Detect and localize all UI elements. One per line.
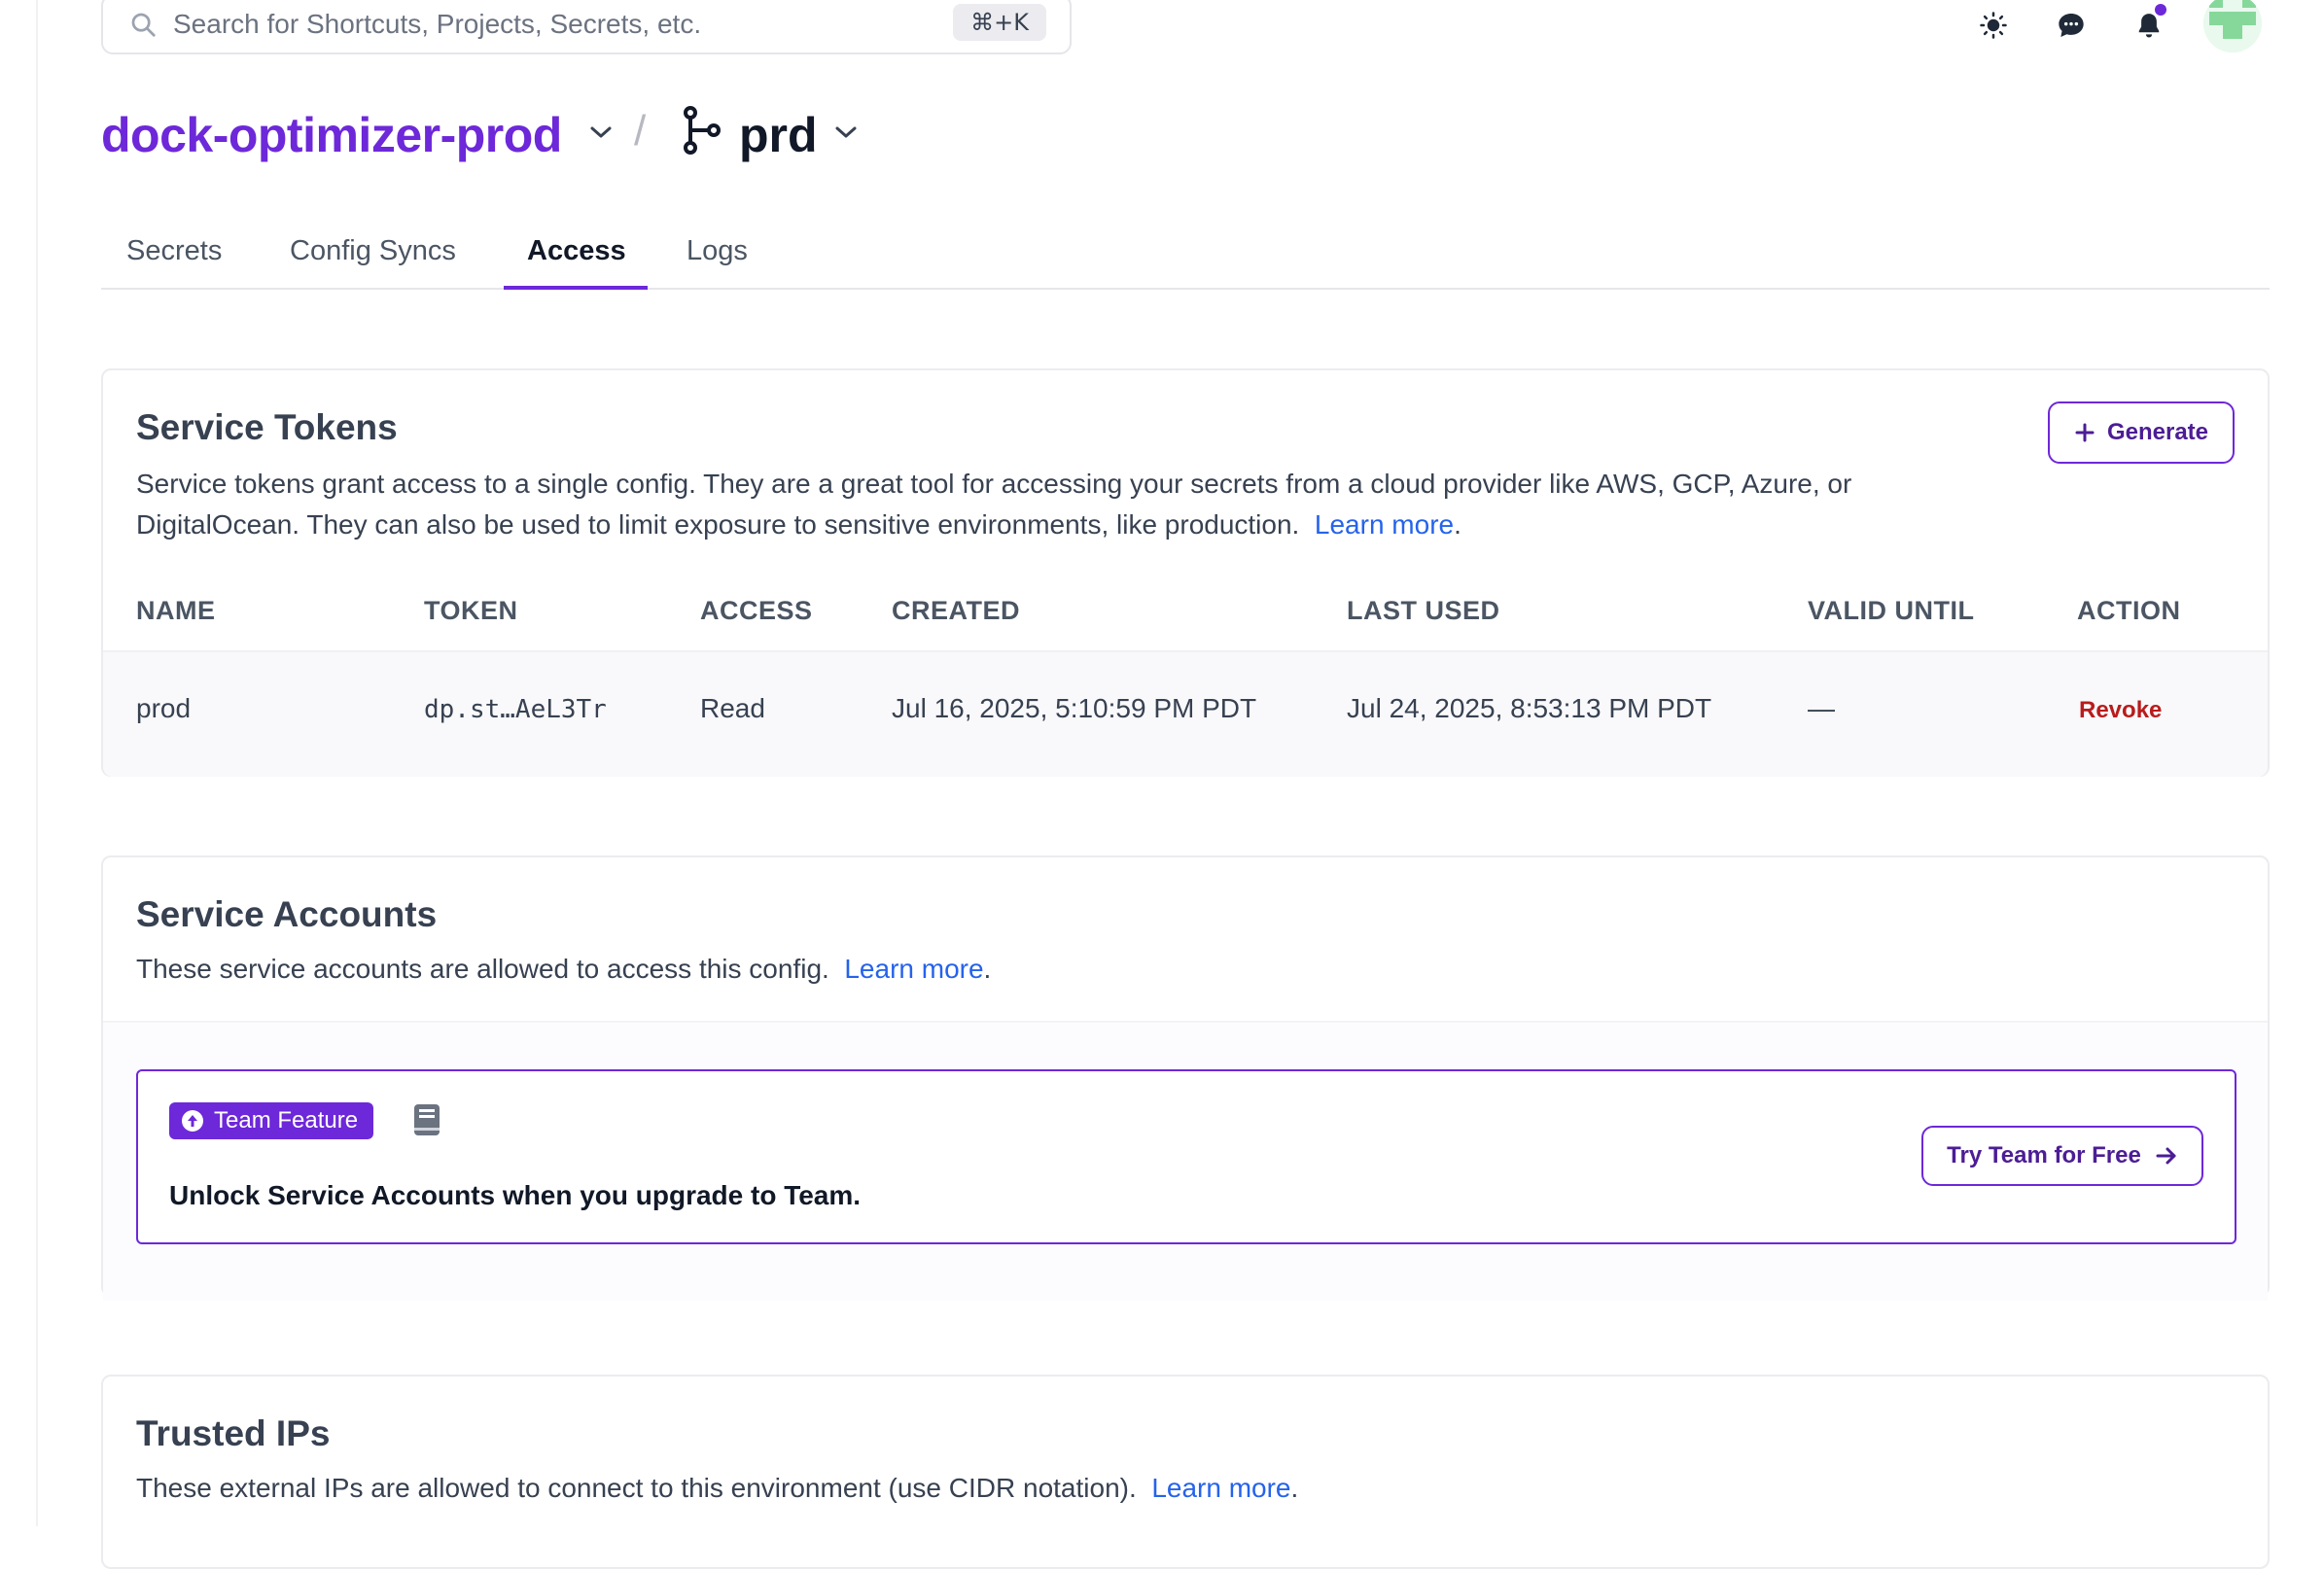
token-created-cell: Jul 16, 2025, 5:10:59 PM PDT	[892, 693, 1257, 723]
arrow-right-icon	[2156, 1147, 2176, 1165]
chat-button[interactable]	[2052, 6, 2091, 45]
token-name-cell: prod	[136, 693, 192, 723]
search-icon	[131, 13, 156, 37]
column-header-name: NAME	[136, 596, 216, 625]
trusted-ips-description: These external IPs are allowed to connec…	[136, 1473, 1299, 1503]
column-header-last-used: LAST USED	[1347, 596, 1500, 625]
team-upgrade-banner: Team Feature Unlock Service Accounts whe…	[136, 1069, 2236, 1244]
service-accounts-title: Service Accounts	[136, 894, 438, 934]
tab-logs[interactable]: Logs	[687, 231, 748, 270]
avatar-identicon	[2203, 0, 2262, 52]
search-bar[interactable]: ⌘+K	[101, 0, 1072, 54]
chevron-down-icon[interactable]	[587, 122, 615, 142]
search-shortcut-badge: ⌘+K	[953, 4, 1046, 41]
description-line-1: Service tokens grant access to a single …	[136, 469, 1852, 499]
tab-access[interactable]: Access	[527, 231, 626, 270]
search-input[interactable]	[171, 2, 953, 47]
notifications-button[interactable]	[2130, 4, 2168, 45]
chevron-down-icon[interactable]	[832, 122, 860, 142]
book-icon[interactable]	[412, 1102, 441, 1137]
try-team-label: Try Team for Free	[1947, 1142, 2141, 1168]
active-tab-indicator	[504, 286, 648, 290]
team-feature-label: Team Feature	[214, 1107, 359, 1133]
learn-more-link[interactable]: Learn more	[844, 954, 983, 984]
revoke-button[interactable]: Revoke	[2079, 697, 2162, 724]
token-access-cell: Read	[700, 693, 765, 723]
theme-toggle-button[interactable]	[1974, 6, 2013, 45]
token-value-cell[interactable]: dp.st…AeL3Tr	[424, 695, 607, 724]
team-feature-badge: Team Feature	[169, 1102, 374, 1139]
plus-icon	[2075, 423, 2095, 442]
tab-secrets[interactable]: Secrets	[126, 231, 222, 270]
trusted-ips-card: Trusted IPs These external IPs are allow…	[101, 1375, 2270, 1569]
chat-icon	[2059, 14, 2084, 37]
breadcrumb-separator: /	[634, 107, 647, 155]
token-valid-until-cell: —	[1808, 693, 1835, 723]
tab-config-syncs[interactable]: Config Syncs	[290, 231, 456, 270]
trusted-ips-description-text: These external IPs are allowed to connec…	[136, 1473, 1137, 1503]
sidebar-divider	[36, 0, 38, 1526]
try-team-button[interactable]: Try Team for Free	[1921, 1126, 2203, 1186]
generate-label: Generate	[2106, 419, 2209, 445]
learn-more-link[interactable]: Learn more	[1315, 509, 1454, 540]
upgrade-message: Unlock Service Accounts when you upgrade…	[169, 1180, 862, 1210]
description-line-2: DigitalOcean. They can also be used to l…	[136, 509, 1300, 540]
column-header-created: CREATED	[892, 596, 1021, 625]
project-name[interactable]: dock-optimizer-prod	[101, 101, 562, 169]
sun-icon	[1980, 12, 2007, 39]
column-header-token: TOKEN	[424, 596, 518, 625]
notification-dot	[2155, 4, 2166, 16]
service-tokens-description: Service tokens grant access to a single …	[136, 469, 1852, 540]
environment-name[interactable]: prd	[739, 101, 818, 169]
avatar[interactable]	[2203, 0, 2262, 52]
token-last-used-cell: Jul 24, 2025, 8:53:13 PM PDT	[1347, 693, 1712, 723]
branch-icon	[684, 106, 721, 155]
trusted-ips-title: Trusted IPs	[136, 1413, 331, 1453]
service-tokens-title: Service Tokens	[136, 407, 398, 447]
tabs-divider	[101, 288, 2270, 290]
upgrade-arrow-icon	[182, 1110, 203, 1132]
service-tokens-card: Service Tokens Generate Service tokens g…	[101, 368, 2270, 777]
service-accounts-description: These service accounts are allowed to ac…	[136, 954, 992, 984]
generate-token-button[interactable]: Generate	[2048, 401, 2235, 464]
learn-more-link[interactable]: Learn more	[1151, 1473, 1290, 1503]
column-header-valid-until: VALID UNTIL	[1808, 596, 1975, 625]
service-accounts-description-text: These service accounts are allowed to ac…	[136, 954, 829, 984]
column-header-action: ACTION	[2077, 596, 2181, 625]
service-accounts-card: Service Accounts These service accounts …	[101, 855, 2270, 1301]
column-header-access: ACCESS	[700, 596, 813, 625]
